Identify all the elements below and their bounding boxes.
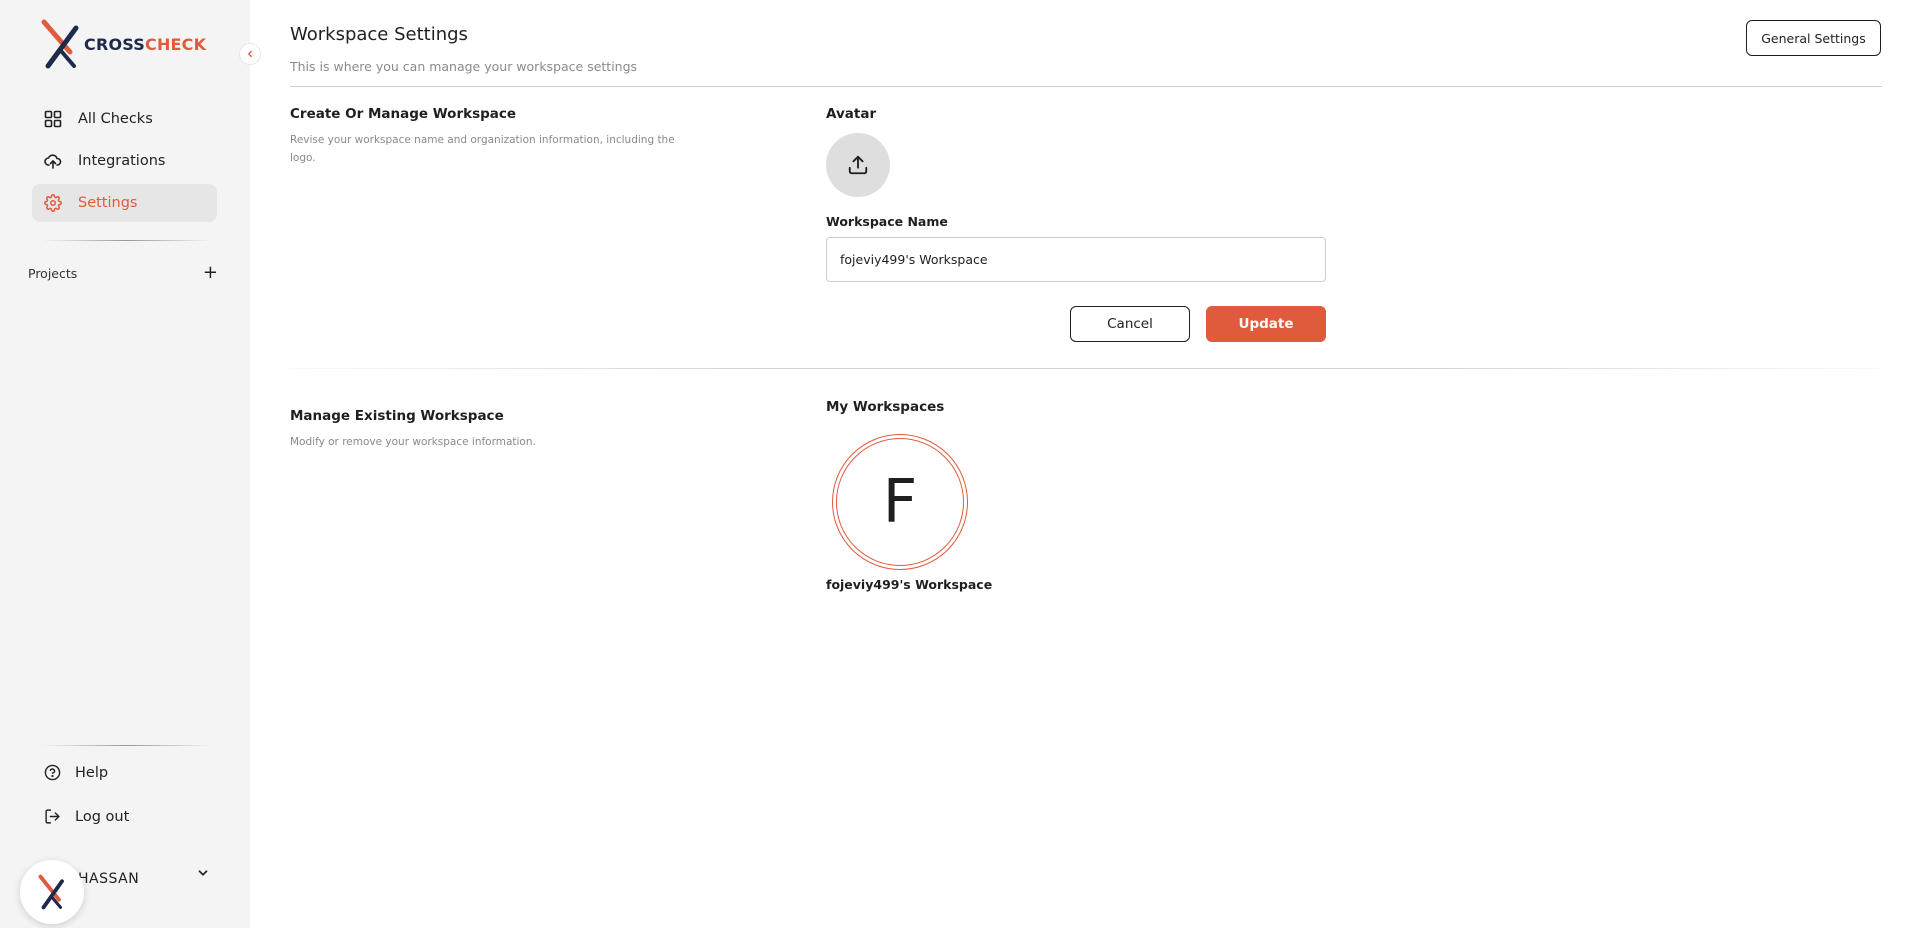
- logout-link[interactable]: Log out: [44, 808, 129, 825]
- gear-icon: [44, 194, 62, 212]
- create-section-description: Revise your workspace name and organizat…: [290, 134, 675, 164]
- brand-logo[interactable]: CROSSCHECK: [40, 18, 206, 70]
- sidebar-item-all-checks[interactable]: All Checks: [32, 100, 217, 138]
- workspace-name-input[interactable]: [826, 237, 1326, 282]
- cancel-button[interactable]: Cancel: [1070, 306, 1190, 342]
- sidebar-item-settings[interactable]: Settings: [32, 184, 217, 222]
- avatar-upload-button[interactable]: [826, 133, 890, 197]
- workspace-initial: F: [836, 438, 964, 566]
- chevron-left-icon: [248, 50, 252, 58]
- general-settings-button[interactable]: General Settings: [1746, 20, 1881, 56]
- user-avatar[interactable]: [20, 860, 84, 924]
- manage-section-title: Manage Existing Workspace: [290, 408, 504, 424]
- workspace-name-label: Workspace Name: [826, 214, 948, 229]
- brand-name: CROSSCHECK: [84, 34, 207, 54]
- workspace-card-name[interactable]: fojeviy499's Workspace: [826, 577, 992, 592]
- create-section-title: Create Or Manage Workspace: [290, 106, 517, 122]
- sidebar-item-label: Settings: [78, 195, 138, 211]
- section-divider: [290, 368, 1882, 369]
- sidebar-item-integrations[interactable]: Integrations: [32, 142, 217, 180]
- user-name[interactable]: HASSAN: [78, 871, 139, 887]
- add-project-button[interactable]: +: [203, 264, 218, 282]
- cloud-upload-icon: [44, 154, 62, 169]
- avatar-label: Avatar: [826, 106, 877, 122]
- my-workspaces-label: My Workspaces: [826, 399, 945, 415]
- projects-header: Projects +: [28, 264, 218, 282]
- crosscheck-logo-icon: [38, 874, 64, 910]
- chevron-down-icon[interactable]: [196, 866, 210, 880]
- crosscheck-logo-icon: [41, 19, 79, 69]
- sidebar-item-label: All Checks: [78, 111, 153, 127]
- workspace-avatar[interactable]: F: [832, 434, 968, 570]
- sidebar: CROSSCHECK All Checks Integrations Setti…: [0, 0, 250, 928]
- header-divider: [290, 86, 1882, 87]
- projects-label: Projects: [28, 265, 78, 281]
- main-content: Workspace Settings This is where you can…: [250, 0, 1919, 928]
- update-button[interactable]: Update: [1206, 306, 1326, 342]
- logout-icon: [45, 809, 60, 824]
- page-title: Workspace Settings: [290, 24, 468, 45]
- help-link[interactable]: Help: [44, 764, 108, 781]
- help-circle-icon: [44, 764, 61, 781]
- page-subtitle: This is where you can manage your worksp…: [290, 59, 638, 74]
- grid-icon: [44, 110, 62, 128]
- manage-section-description: Modify or remove your workspace informat…: [290, 436, 536, 448]
- logout-label: Log out: [75, 808, 130, 825]
- sidebar-item-label: Integrations: [78, 153, 166, 169]
- sidebar-bottom-divider: [42, 745, 212, 746]
- collapse-sidebar-button[interactable]: [239, 43, 261, 65]
- upload-icon: [848, 155, 868, 175]
- help-label: Help: [75, 764, 109, 781]
- sidebar-divider: [42, 240, 212, 241]
